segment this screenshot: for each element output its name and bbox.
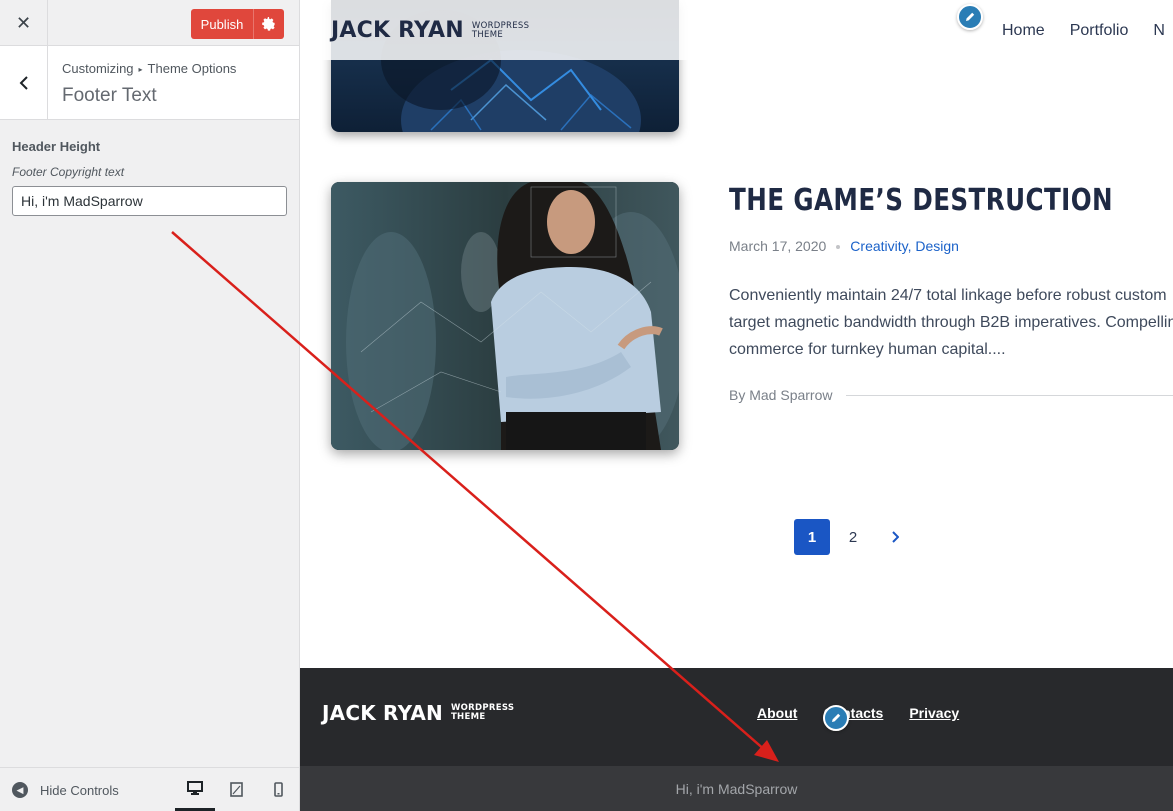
main-navigation: Home Portfolio N	[1002, 22, 1165, 40]
site-header: JACK RYAN WORDPRESS THEME Home Portfolio…	[300, 0, 1173, 60]
site-footer: JACK RYAN WORDPRESS THEME About Contacts…	[300, 668, 1173, 766]
breadcrumb: Customizing ▸ Theme Options	[62, 61, 236, 76]
post-thumbnail[interactable]	[331, 182, 679, 450]
tablet-preview-button[interactable]	[216, 768, 256, 811]
post-date: March 17, 2020	[729, 238, 827, 254]
post-author[interactable]: By Mad Sparrow	[729, 387, 832, 403]
pagination-next-button[interactable]	[877, 519, 913, 555]
close-icon: ✕	[15, 12, 32, 33]
breadcrumb-separator-icon: ▸	[138, 65, 143, 74]
publish-settings-gear-icon[interactable]	[253, 9, 284, 39]
control-heading: Header Height	[12, 139, 101, 154]
site-preview: JACK RYAN WORDPRESS THEME Home Portfolio…	[300, 0, 1173, 811]
section-title-panel: Customizing ▸ Theme Options Footer Text	[0, 46, 299, 120]
footer-copyright-bar: Hi, i'm MadSparrow	[300, 766, 1173, 811]
edit-footer-menu-shortcut[interactable]	[823, 705, 849, 731]
customizer-footer: ◀ Hide Controls	[0, 767, 299, 811]
footer-links: About Contacts Privacy	[757, 705, 959, 721]
nav-item-more[interactable]: N	[1153, 22, 1165, 40]
edit-menu-shortcut[interactable]	[957, 4, 983, 30]
post-meta: March 17, 2020 Creativity, Design	[729, 238, 959, 254]
desktop-icon	[187, 781, 203, 795]
mobile-preview-button[interactable]	[258, 768, 298, 811]
nav-item-portfolio[interactable]: Portfolio	[1070, 22, 1129, 40]
footer-logo-main-text: JACK RYAN	[322, 701, 443, 725]
publish-button[interactable]: Publish	[191, 9, 284, 39]
author-divider	[846, 395, 1173, 396]
mobile-icon	[273, 782, 283, 797]
chevron-right-icon	[892, 531, 899, 543]
pagination-page-current[interactable]: 1	[794, 519, 830, 555]
hide-controls-label: Hide Controls	[40, 782, 119, 798]
footer-link-privacy[interactable]: Privacy	[909, 705, 959, 721]
chevron-left-icon	[19, 75, 28, 90]
pagination-page-2[interactable]: 2	[835, 519, 871, 555]
footer-copyright-label: Footer Copyright text	[12, 165, 125, 179]
pencil-icon	[832, 713, 841, 722]
desktop-preview-button[interactable]	[175, 768, 215, 811]
customizer-sidebar: ✕ Publish Customizing ▸ Theme Options Foot…	[0, 0, 300, 811]
logo-sub-line2: THEME	[471, 29, 504, 40]
breadcrumb-parent: Theme Options	[147, 61, 237, 76]
close-customizer-button[interactable]: ✕	[0, 0, 48, 46]
post-categories[interactable]: Creativity, Design	[850, 238, 959, 254]
logo-sub-text: WORDPRESS THEME	[471, 21, 529, 40]
footer-logo[interactable]: JACK RYAN WORDPRESS THEME	[322, 701, 514, 725]
footer-logo-sub-text: WORDPRESS THEME	[451, 704, 514, 722]
back-button[interactable]	[0, 46, 48, 119]
logo-main-text: JACK RYAN	[331, 18, 464, 43]
breadcrumb-root: Customizing	[62, 61, 134, 76]
customizer-header: ✕ Publish	[0, 0, 299, 46]
publish-label: Publish	[200, 16, 244, 32]
nav-item-home[interactable]: Home	[1002, 22, 1045, 40]
post-excerpt: Conveniently maintain 24/7 total linkage…	[729, 287, 1173, 358]
collapse-arrow-icon: ◀	[12, 782, 28, 798]
pencil-icon	[966, 12, 975, 21]
footer-link-about[interactable]: About	[757, 705, 797, 721]
meta-separator-icon	[836, 245, 841, 249]
footer-copyright-text: Hi, i'm MadSparrow	[675, 780, 798, 797]
site-logo[interactable]: JACK RYAN WORDPRESS THEME	[331, 18, 529, 43]
tablet-icon	[229, 782, 243, 797]
hide-controls-button[interactable]: ◀ Hide Controls	[12, 768, 119, 811]
post-title[interactable]: THE GAME’S DESTRUCTION	[729, 183, 1113, 218]
footer-logo-sub-line2: THEME	[450, 712, 486, 722]
footer-copyright-input[interactable]	[12, 186, 287, 216]
section-title: Footer Text	[62, 85, 157, 106]
